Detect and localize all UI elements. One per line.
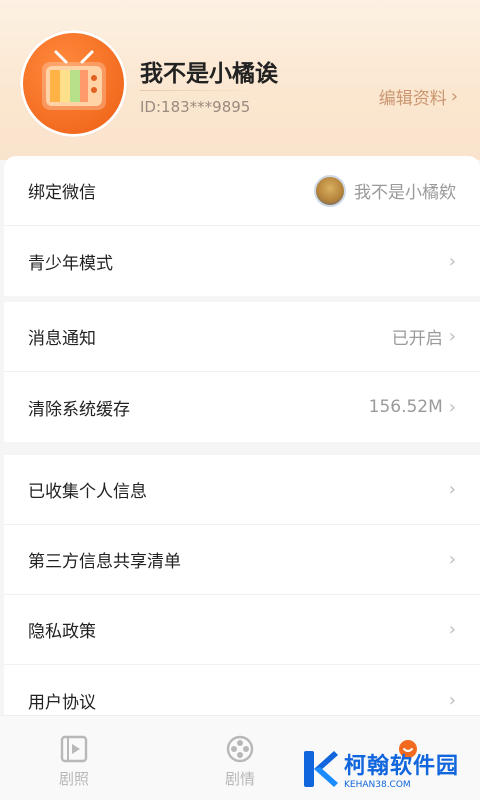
row-teen-mode[interactable]: 青少年模式 › (4, 226, 480, 296)
row-clear-cache[interactable]: 清除系统缓存 156.52M › (4, 372, 480, 442)
edit-profile-button[interactable]: 编辑资料 › (379, 84, 458, 109)
wechat-avatar (314, 174, 346, 207)
user-avatar[interactable] (20, 30, 127, 137)
profile-header: 我不是小橘诶 ID:183***9895 编辑资料 › (0, 0, 480, 160)
row-bind-wechat[interactable]: 绑定微信 我不是小橘欸 (4, 156, 480, 226)
row-third-party-sharing[interactable]: 第三方信息共享清单 › (4, 525, 480, 595)
row-label: 清除系统缓存 (28, 399, 130, 420)
settings-group-system: 消息通知 已开启 › 清除系统缓存 156.52M › (4, 302, 480, 442)
row-label: 已收集个人信息 (28, 482, 147, 502)
row-label: 绑定微信 (28, 183, 96, 203)
chevron-right-icon: › (448, 619, 456, 640)
row-label: 第三方信息共享清单 (28, 552, 181, 572)
reel-icon (226, 735, 254, 763)
settings-group-account: 绑定微信 我不是小橘欸 青少年模式 › (4, 156, 480, 296)
chevron-right-icon: › (448, 396, 456, 418)
row-notifications[interactable]: 消息通知 已开启 › (4, 302, 480, 372)
chevron-right-icon: › (448, 689, 456, 711)
user-id: ID:183***9895 (140, 98, 251, 116)
row-label: 隐私政策 (28, 622, 96, 642)
watermark-logo: 柯翰软件园 KEHAN38.COM (300, 748, 459, 790)
settings-group-privacy: 已收集个人信息 › 第三方信息共享清单 › 隐私政策 › 用户协议 › (4, 455, 480, 735)
edit-profile-label: 编辑资料 (378, 89, 447, 109)
row-value: 已开启 (391, 329, 443, 349)
watermark-subtitle: KEHAN38.COM (344, 780, 411, 790)
name-divider (140, 90, 260, 91)
row-value: 我不是小橘欸 (354, 183, 456, 203)
tab-plot[interactable]: 剧情 (210, 734, 270, 789)
tab-stills[interactable]: 剧照 (44, 734, 104, 789)
chevron-right-icon: › (448, 549, 456, 570)
user-nickname: 我不是小橘诶 (140, 61, 278, 87)
row-collected-info[interactable]: 已收集个人信息 › (4, 455, 480, 525)
film-icon (60, 735, 88, 763)
chevron-right-icon: › (450, 86, 458, 107)
watermark-title: 柯翰软件园 (344, 754, 460, 779)
row-privacy-policy[interactable]: 隐私政策 › (4, 595, 480, 665)
tab-label: 剧情 (224, 770, 255, 788)
tv-icon (42, 50, 106, 110)
chevron-right-icon: › (448, 326, 456, 347)
k-logo-icon (300, 749, 340, 789)
row-value: 156.52M (368, 397, 443, 417)
row-label: 用户协议 (28, 692, 96, 713)
chevron-right-icon: › (448, 250, 456, 272)
row-label: 消息通知 (28, 329, 96, 349)
row-label: 青少年模式 (28, 253, 113, 274)
chevron-right-icon: › (448, 479, 456, 500)
tab-label: 剧照 (58, 770, 89, 788)
